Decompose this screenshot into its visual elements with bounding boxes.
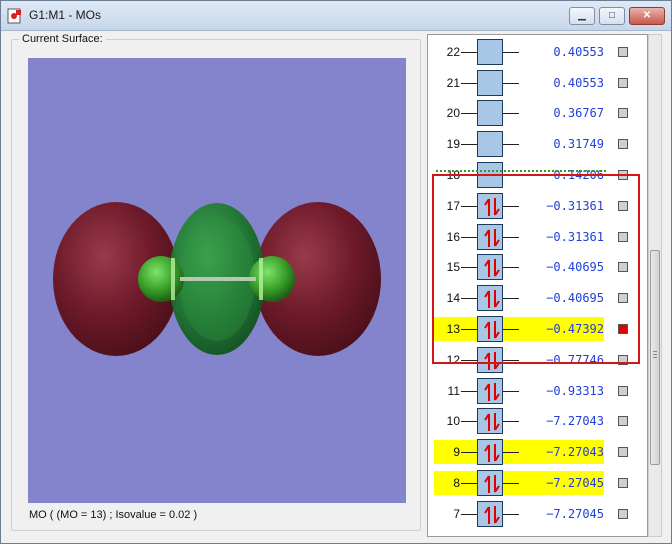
level-line-right — [503, 483, 519, 484]
mo-number: 19 — [446, 137, 460, 152]
energy-level-box[interactable] — [477, 439, 503, 466]
gaussview-app-icon — [7, 8, 21, 24]
mo-energy: −0.93313 — [546, 383, 604, 398]
mo-select-checkbox[interactable] — [618, 447, 628, 458]
mo-select-checkbox[interactable] — [618, 385, 628, 396]
level-line-right — [503, 113, 519, 115]
scroll-thumb[interactable] — [650, 250, 660, 465]
mo-energy: 0.40553 — [553, 44, 604, 59]
current-surface-label: Current Surface: — [19, 33, 106, 45]
mo-energy: −7.27045 — [546, 476, 604, 490]
mo-status-text: MO ( (MO = 13) ; Isovalue = 0.02 ) — [29, 509, 198, 521]
mo-row[interactable]: 22 0.40553 — [428, 37, 647, 67]
mo-row[interactable]: 10 −7.27043 — [428, 406, 647, 436]
energy-level-box[interactable] — [477, 500, 503, 527]
bond — [180, 277, 256, 281]
mo-select-checkbox[interactable] — [618, 139, 628, 150]
orbital-3d-viewer[interactable] — [28, 58, 406, 503]
level-line-right — [503, 51, 519, 53]
mo-level-diagram[interactable]: 230.40553 22 0.40553 21 0.40553 20 0.36767 19 0.… — [427, 34, 648, 537]
mo-select-checkbox[interactable] — [618, 416, 628, 427]
maximize-button[interactable]: □ — [599, 7, 625, 25]
mo-select-checkbox[interactable] — [618, 46, 628, 57]
energy-level-box[interactable] — [477, 38, 503, 65]
selection-outline — [432, 174, 640, 364]
mo-energy: −7.27043 — [546, 445, 604, 460]
mo-energy: −7.27045 — [546, 506, 604, 521]
mo-row[interactable]: 20 0.36767 — [428, 98, 647, 128]
minimize-button[interactable]: ▁ — [569, 7, 595, 25]
spin-down-arrow-icon — [494, 444, 500, 462]
homo-lumo-separator — [436, 170, 606, 172]
level-line-left — [461, 452, 477, 454]
mo-number: 8 — [453, 476, 460, 490]
level-line-left — [461, 144, 477, 146]
mo-energy: 0.31749 — [553, 137, 604, 152]
spin-down-arrow-icon — [494, 475, 500, 493]
mo-number: 11 — [447, 383, 460, 398]
mo-number: 21 — [446, 75, 460, 90]
energy-level-box[interactable] — [477, 377, 503, 404]
mo-row[interactable]: 9 −7.27043 — [428, 437, 647, 467]
left-atom — [138, 256, 184, 302]
mo-row[interactable]: 230.40553 — [428, 35, 647, 36]
level-line-right — [503, 390, 519, 392]
level-line-left — [461, 82, 477, 84]
mo-row[interactable]: 8 −7.27045 — [428, 468, 647, 498]
energy-level-box[interactable] — [477, 408, 503, 435]
scroll-grip-icon — [653, 351, 657, 358]
mo-row[interactable]: 19 0.31749 — [428, 129, 647, 159]
window-title: G1:M1 - MOs — [29, 8, 102, 22]
spin-down-arrow-icon — [494, 413, 500, 431]
mo-number: 7 — [453, 506, 460, 521]
mo-row[interactable]: 11 −0.93313 — [428, 376, 647, 406]
energy-level-box[interactable] — [477, 69, 503, 96]
mo-number: 22 — [446, 44, 460, 59]
close-button[interactable]: ✕ — [629, 7, 665, 25]
energy-level-box[interactable] — [477, 131, 503, 158]
mo-window: G1:M1 - MOs ▁ □ ✕ Current Surface: MO (… — [0, 0, 672, 544]
energy-level-box[interactable] — [477, 470, 503, 496]
mo-row[interactable]: 21 0.40553 — [428, 68, 647, 98]
orbital-render — [53, 202, 381, 356]
mo-select-checkbox[interactable] — [618, 77, 628, 88]
level-line-right — [503, 421, 519, 423]
mo-select-checkbox[interactable] — [618, 508, 628, 519]
mo-row[interactable]: 7 −7.27045 — [428, 499, 647, 529]
energy-level-box[interactable] — [477, 100, 503, 127]
level-line-right — [503, 452, 519, 454]
mo-select-checkbox[interactable] — [618, 108, 628, 119]
level-line-left — [461, 51, 477, 53]
spin-down-arrow-icon — [494, 382, 500, 401]
level-line-right — [503, 82, 519, 84]
mo-number: 20 — [446, 106, 460, 121]
level-line-right — [503, 513, 519, 515]
spin-down-arrow-icon — [494, 505, 500, 524]
mo-energy: 0.36767 — [553, 106, 604, 121]
level-line-left — [461, 390, 477, 392]
level-line-left — [461, 421, 477, 423]
mo-number: 9 — [453, 445, 460, 460]
level-line-right — [503, 144, 519, 146]
mo-energy: −7.27043 — [546, 414, 604, 429]
mo-scrollbar[interactable] — [648, 34, 662, 537]
level-line-left — [461, 513, 477, 515]
title-bar[interactable]: G1:M1 - MOs ▁ □ ✕ — [1, 1, 671, 31]
mo-number: 10 — [446, 414, 460, 429]
level-line-left — [461, 113, 477, 115]
level-line-left — [461, 483, 477, 484]
mo-select-checkbox[interactable] — [618, 478, 628, 488]
mo-energy: 0.40553 — [553, 75, 604, 90]
